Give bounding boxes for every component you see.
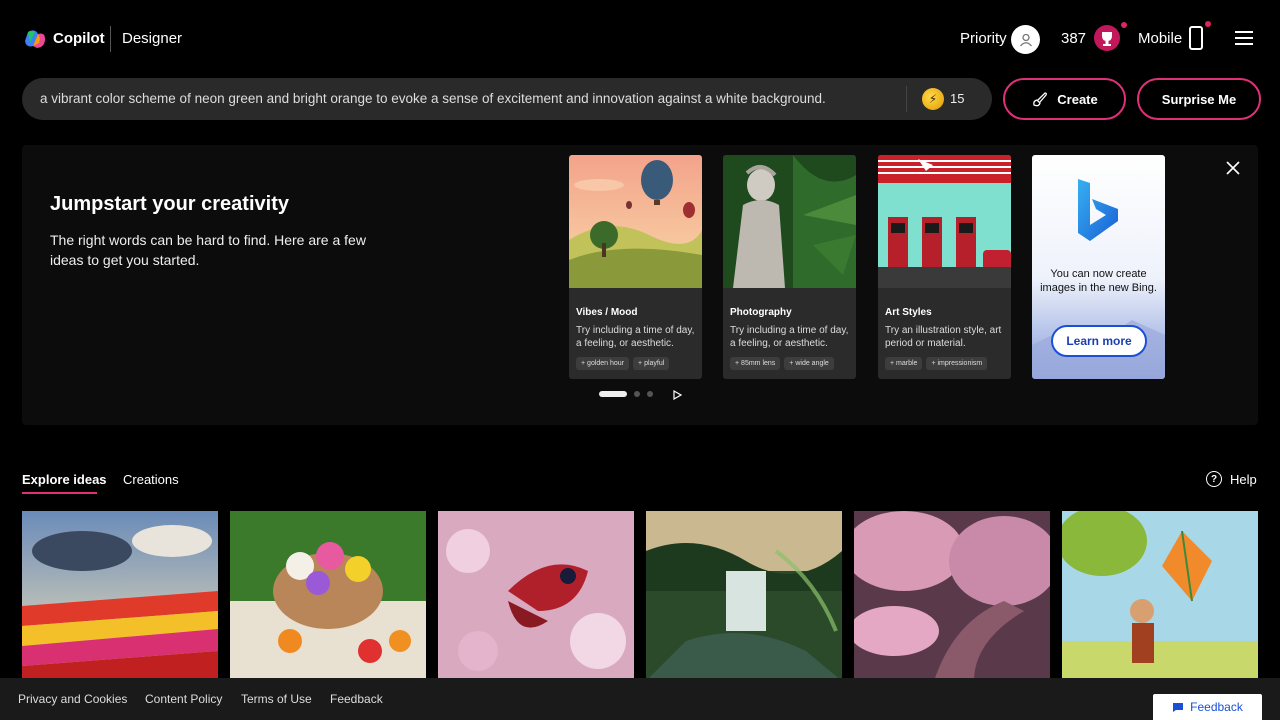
statue-plants-image xyxy=(723,155,856,288)
top-header: Copilot Designer Priority 387 Mobile xyxy=(0,0,1280,76)
points-count[interactable]: 387 xyxy=(1061,30,1086,47)
chip-85mm-lens[interactable]: + 85mm lens xyxy=(730,357,781,370)
chip-wide-angle[interactable]: + wide angle xyxy=(784,357,834,370)
idea-card-photography[interactable]: Photography Try including a time of day,… xyxy=(723,155,856,379)
tulip-field-image[interactable] xyxy=(22,511,218,681)
tab-creations[interactable]: Creations xyxy=(123,472,179,487)
user-icon xyxy=(1019,33,1032,46)
carousel-pager xyxy=(599,391,653,397)
brand-name[interactable]: Copilot xyxy=(53,30,105,47)
terms-link[interactable]: Terms of Use xyxy=(241,692,312,706)
pager-dot[interactable] xyxy=(634,391,640,397)
butterfly-blossom-image[interactable] xyxy=(438,511,634,681)
pager-dot-active[interactable] xyxy=(599,391,627,397)
learn-more-button[interactable]: Learn more xyxy=(1051,325,1147,357)
boost-bolt-icon[interactable]: ⚡ xyxy=(922,88,944,110)
brand-divider xyxy=(110,26,111,52)
idea-card-art-styles[interactable]: Art Styles Try an illustration style, ar… xyxy=(878,155,1011,379)
cherry-blossom-path-image[interactable] xyxy=(854,511,1050,681)
jumpstart-panel: Jumpstart your creativity The right word… xyxy=(22,145,1258,425)
card-title: Vibes / Mood xyxy=(576,307,638,318)
phone-icon[interactable] xyxy=(1189,26,1203,50)
pager-dot[interactable] xyxy=(647,391,653,397)
balloon-landscape-image xyxy=(569,155,702,288)
feedback-link[interactable]: Feedback xyxy=(330,692,383,706)
priority-label[interactable]: Priority xyxy=(960,30,1007,47)
prompt-input[interactable]: a vibrant color scheme of neon green and… xyxy=(40,78,900,120)
bing-promo-text: You can now create images in the new Bin… xyxy=(1040,268,1157,294)
hamburger-menu-icon[interactable] xyxy=(1235,31,1253,45)
notification-dot xyxy=(1121,22,1127,28)
boost-count: 15 xyxy=(950,91,965,106)
privacy-link[interactable]: Privacy and Cookies xyxy=(18,692,127,706)
jumpstart-description: The right words can be hard to find. Her… xyxy=(50,232,366,268)
chat-bubble-icon xyxy=(1173,702,1184,712)
trophy-icon[interactable] xyxy=(1093,24,1121,52)
card-title: Art Styles xyxy=(885,307,932,318)
mobile-label[interactable]: Mobile xyxy=(1138,30,1182,47)
card-text: Try an illustration style, art period or… xyxy=(885,325,1002,349)
idea-card-vibes[interactable]: Vibes / Mood Try including a time of day… xyxy=(569,155,702,379)
create-label: Create xyxy=(1057,91,1098,107)
avatar[interactable] xyxy=(1011,25,1040,54)
card-title: Photography xyxy=(730,307,792,318)
help-button[interactable]: ? Help xyxy=(1206,471,1257,487)
help-icon: ? xyxy=(1206,471,1222,487)
bing-logo-icon xyxy=(1078,179,1118,241)
chip-golden-hour[interactable]: + golden hour xyxy=(576,357,630,370)
bing-promo-card: You can now create images in the new Bin… xyxy=(1032,155,1165,379)
prompt-bar: a vibrant color scheme of neon green and… xyxy=(22,78,992,120)
chip-playful[interactable]: + playful xyxy=(633,357,670,370)
copilot-logo-icon[interactable] xyxy=(24,28,46,50)
carousel-next-icon[interactable] xyxy=(673,390,682,400)
card-text: Try including a time of day, a feeling, … xyxy=(730,325,849,349)
content-policy-link[interactable]: Content Policy xyxy=(145,692,222,706)
feedback-button[interactable]: Feedback xyxy=(1153,694,1262,720)
product-name[interactable]: Designer xyxy=(122,30,182,47)
create-button[interactable]: Create xyxy=(1003,78,1126,120)
mobile-notification-dot xyxy=(1205,21,1211,27)
surprise-me-button[interactable]: Surprise Me xyxy=(1137,78,1261,120)
card-text: Try including a time of day, a feeling, … xyxy=(576,325,695,349)
feedback-button-label: Feedback xyxy=(1190,700,1243,714)
tab-active-indicator xyxy=(22,492,97,494)
gas-station-image xyxy=(878,155,1011,288)
jumpstart-title: Jumpstart your creativity xyxy=(50,193,289,215)
tab-explore-ideas[interactable]: Explore ideas xyxy=(22,472,107,487)
kite-boy-image[interactable] xyxy=(1062,511,1258,681)
chip-impressionism[interactable]: + impressionism xyxy=(926,357,988,370)
chip-marble[interactable]: + marble xyxy=(885,357,923,370)
boost-divider xyxy=(906,86,907,112)
help-label: Help xyxy=(1230,471,1257,487)
close-icon[interactable] xyxy=(1224,159,1242,177)
surprise-label: Surprise Me xyxy=(1161,91,1237,107)
brush-icon xyxy=(1033,92,1048,107)
waterfall-image[interactable] xyxy=(646,511,842,681)
picnic-basket-image[interactable] xyxy=(230,511,426,681)
